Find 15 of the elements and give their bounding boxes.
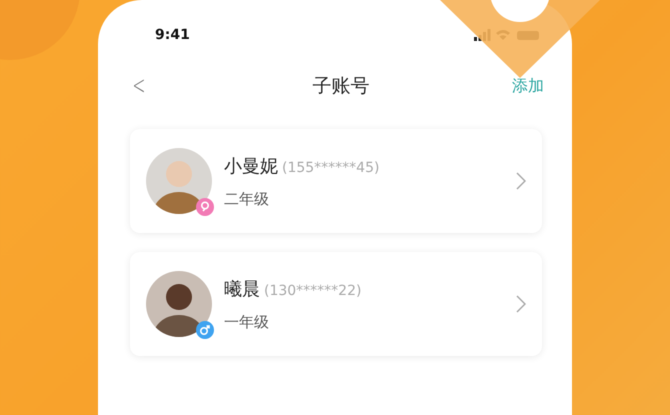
account-name: 小曼妮	[224, 154, 278, 178]
account-name: 曦晨	[224, 278, 260, 300]
gender-icon	[196, 321, 214, 339]
chevron-right-icon	[516, 172, 526, 190]
page-title: 子账号	[312, 74, 370, 99]
back-button[interactable]: <	[132, 71, 146, 101]
account-card[interactable]: 小曼妮 (155******45) 二年级	[130, 129, 542, 233]
phone-number: (155******45)	[282, 160, 380, 176]
status-time: 9:41	[155, 27, 190, 43]
chevron-right-icon	[516, 295, 526, 313]
grade-label: 一年级	[224, 312, 270, 332]
grade-label: 二年级	[224, 190, 270, 208]
account-card[interactable]: 曦晨 (130******22) 一年级	[130, 252, 542, 356]
phone-number: (130******22)	[264, 282, 362, 298]
gender-icon	[196, 198, 214, 216]
